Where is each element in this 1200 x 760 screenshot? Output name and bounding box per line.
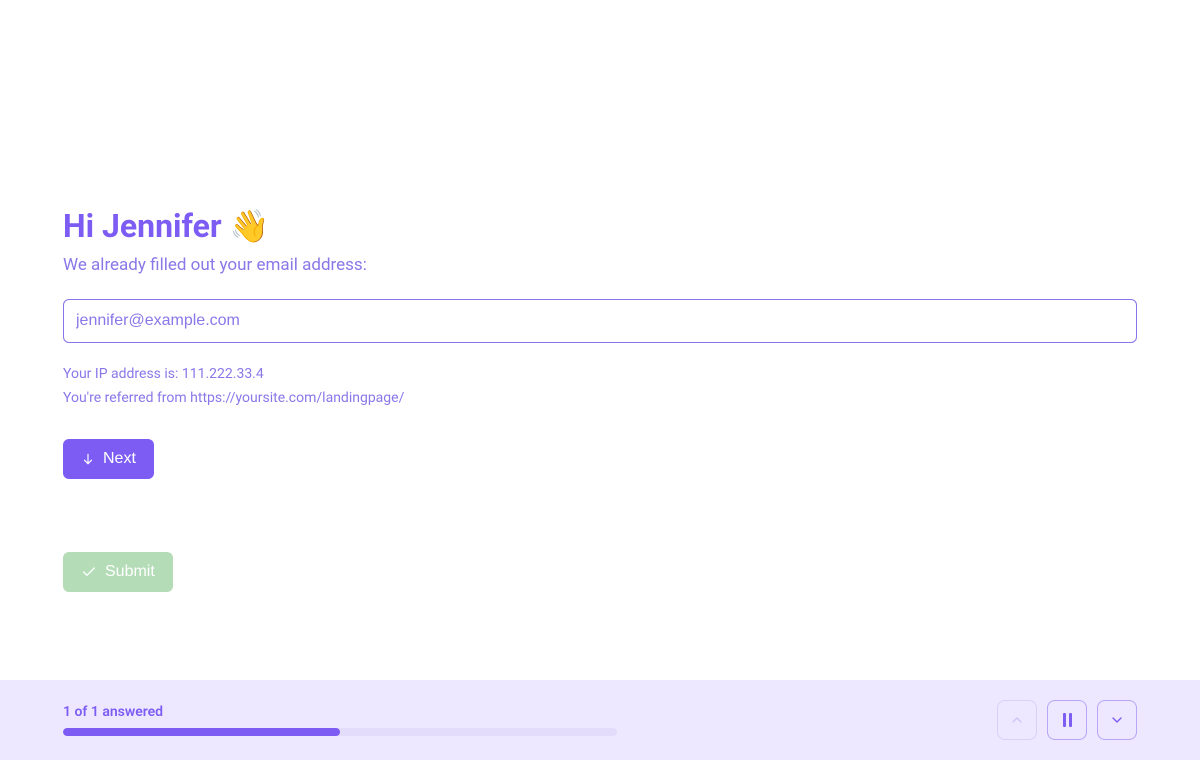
info-block: Your IP address is: 111.222.33.4 You're … <box>63 363 1137 411</box>
title-row: Hi Jennifer 👋 <box>63 207 1137 245</box>
next-nav-button[interactable] <box>1097 700 1137 740</box>
pause-button[interactable] <box>1047 700 1087 740</box>
pause-icon <box>1063 713 1072 727</box>
wave-emoji-icon: 👋 <box>230 210 270 242</box>
ip-address-line: Your IP address is: 111.222.33.4 <box>63 363 1137 387</box>
progress-fill <box>63 728 340 736</box>
subtitle-text: We already filled out your email address… <box>63 255 1137 275</box>
arrow-down-icon <box>81 452 95 466</box>
footer-left: 1 of 1 answered <box>63 704 997 736</box>
submit-button[interactable]: Submit <box>63 552 173 592</box>
chevron-up-icon <box>1009 712 1025 728</box>
progress-label: 1 of 1 answered <box>63 704 997 720</box>
next-button[interactable]: Next <box>63 439 154 479</box>
submit-button-label: Submit <box>105 563 155 581</box>
form-content: Hi Jennifer 👋 We already filled out your… <box>63 207 1137 479</box>
referrer-line: You're referred from https://yoursite.co… <box>63 387 1137 411</box>
chevron-down-icon <box>1109 712 1125 728</box>
footer-nav <box>997 700 1137 740</box>
progress-footer: 1 of 1 answered <box>0 680 1200 760</box>
greeting-title: Hi Jennifer <box>63 207 222 245</box>
email-field[interactable] <box>63 299 1137 343</box>
next-button-label: Next <box>103 450 136 468</box>
check-icon <box>81 564 97 580</box>
progress-bar <box>63 728 617 736</box>
prev-button[interactable] <box>997 700 1037 740</box>
